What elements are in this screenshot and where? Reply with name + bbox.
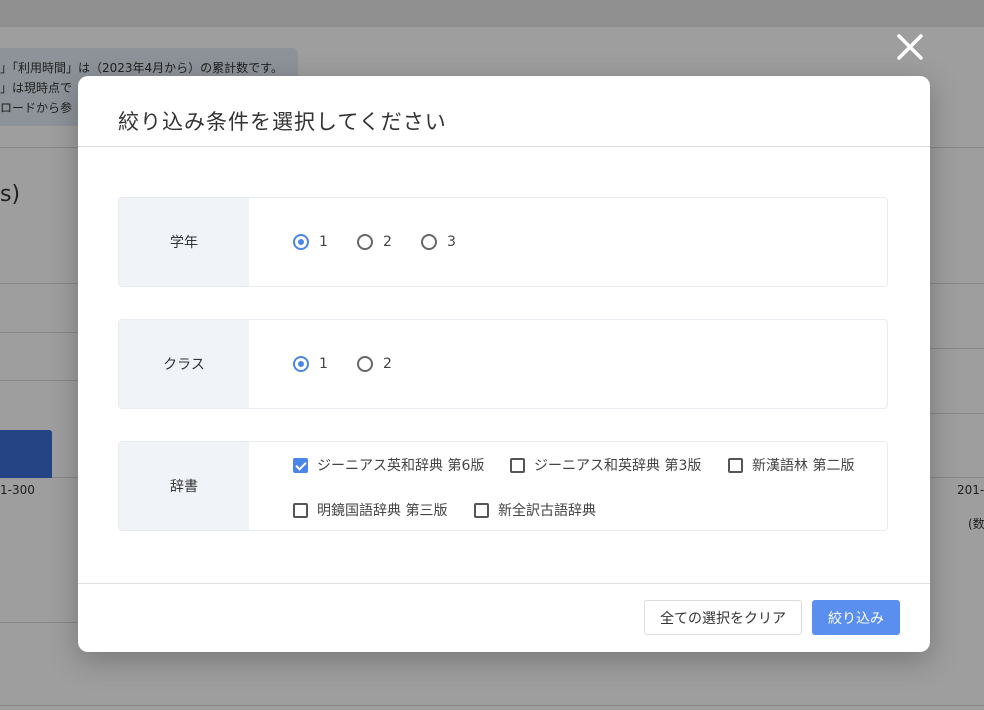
option-label: 2 [383,356,392,372]
checkbox[interactable] [474,502,489,518]
option-label: 新全訳古語辞典 [498,503,596,519]
grade-option-2[interactable]: 2 [357,234,392,250]
checkbox[interactable] [510,457,525,473]
option-label: ジーニアス英和辞典 第6版 [317,458,485,474]
class-option-1[interactable]: 1 [293,356,328,372]
class-option-2[interactable]: 2 [357,356,392,372]
option-label: ジーニアス和英辞典 第3版 [534,458,702,474]
radio-button[interactable] [293,356,309,372]
option-label: 1 [319,234,328,250]
checkbox[interactable] [293,502,308,518]
radio-button[interactable] [421,234,437,250]
radio-button[interactable] [293,234,309,250]
radio-button[interactable] [357,234,373,250]
option-label: 新漢語林 第二版 [752,458,855,474]
dictionary-label: 辞書 [119,442,249,530]
option-label: 明鏡国語辞典 第三版 [317,503,448,519]
grade-option-1[interactable]: 1 [293,234,328,250]
close-icon[interactable] [893,30,927,64]
checkbox[interactable] [728,457,743,473]
dictionary-option-genius-je[interactable]: ジーニアス和英辞典 第3版 [510,455,701,475]
dialog-title: 絞り込み条件を選択してください [118,110,447,134]
class-label: クラス [119,320,249,408]
checkbox[interactable] [293,457,308,473]
class-filter-row: クラス 1 2 [118,319,888,409]
dictionary-option-genius-ej[interactable]: ジーニアス英和辞典 第6版 [293,455,484,475]
option-label: 1 [319,356,328,372]
dictionary-option-kogo[interactable]: 新全訳古語辞典 [474,500,596,520]
divider [78,583,930,584]
grade-filter-row: 学年 1 2 3 [118,197,888,287]
grade-label: 学年 [119,198,249,286]
clear-selection-button[interactable]: 全ての選択をクリア [644,600,802,635]
dictionary-option-meikyo[interactable]: 明鏡国語辞典 第三版 [293,500,447,520]
filter-dialog: 絞り込み条件を選択してください 学年 1 2 3 クラス 1 2 辞書 ジーニア… [78,76,930,652]
radio-button[interactable] [357,356,373,372]
dictionary-filter-row: 辞書 ジーニアス英和辞典 第6版 ジーニアス和英辞典 第3版 新漢語林 第二版 … [118,441,888,531]
divider [78,146,930,147]
option-label: 2 [383,234,392,250]
grade-option-3[interactable]: 3 [421,234,456,250]
dictionary-option-shinkangorin[interactable]: 新漢語林 第二版 [728,455,854,475]
option-label: 3 [447,234,456,250]
apply-filter-button[interactable]: 絞り込み [812,600,900,635]
